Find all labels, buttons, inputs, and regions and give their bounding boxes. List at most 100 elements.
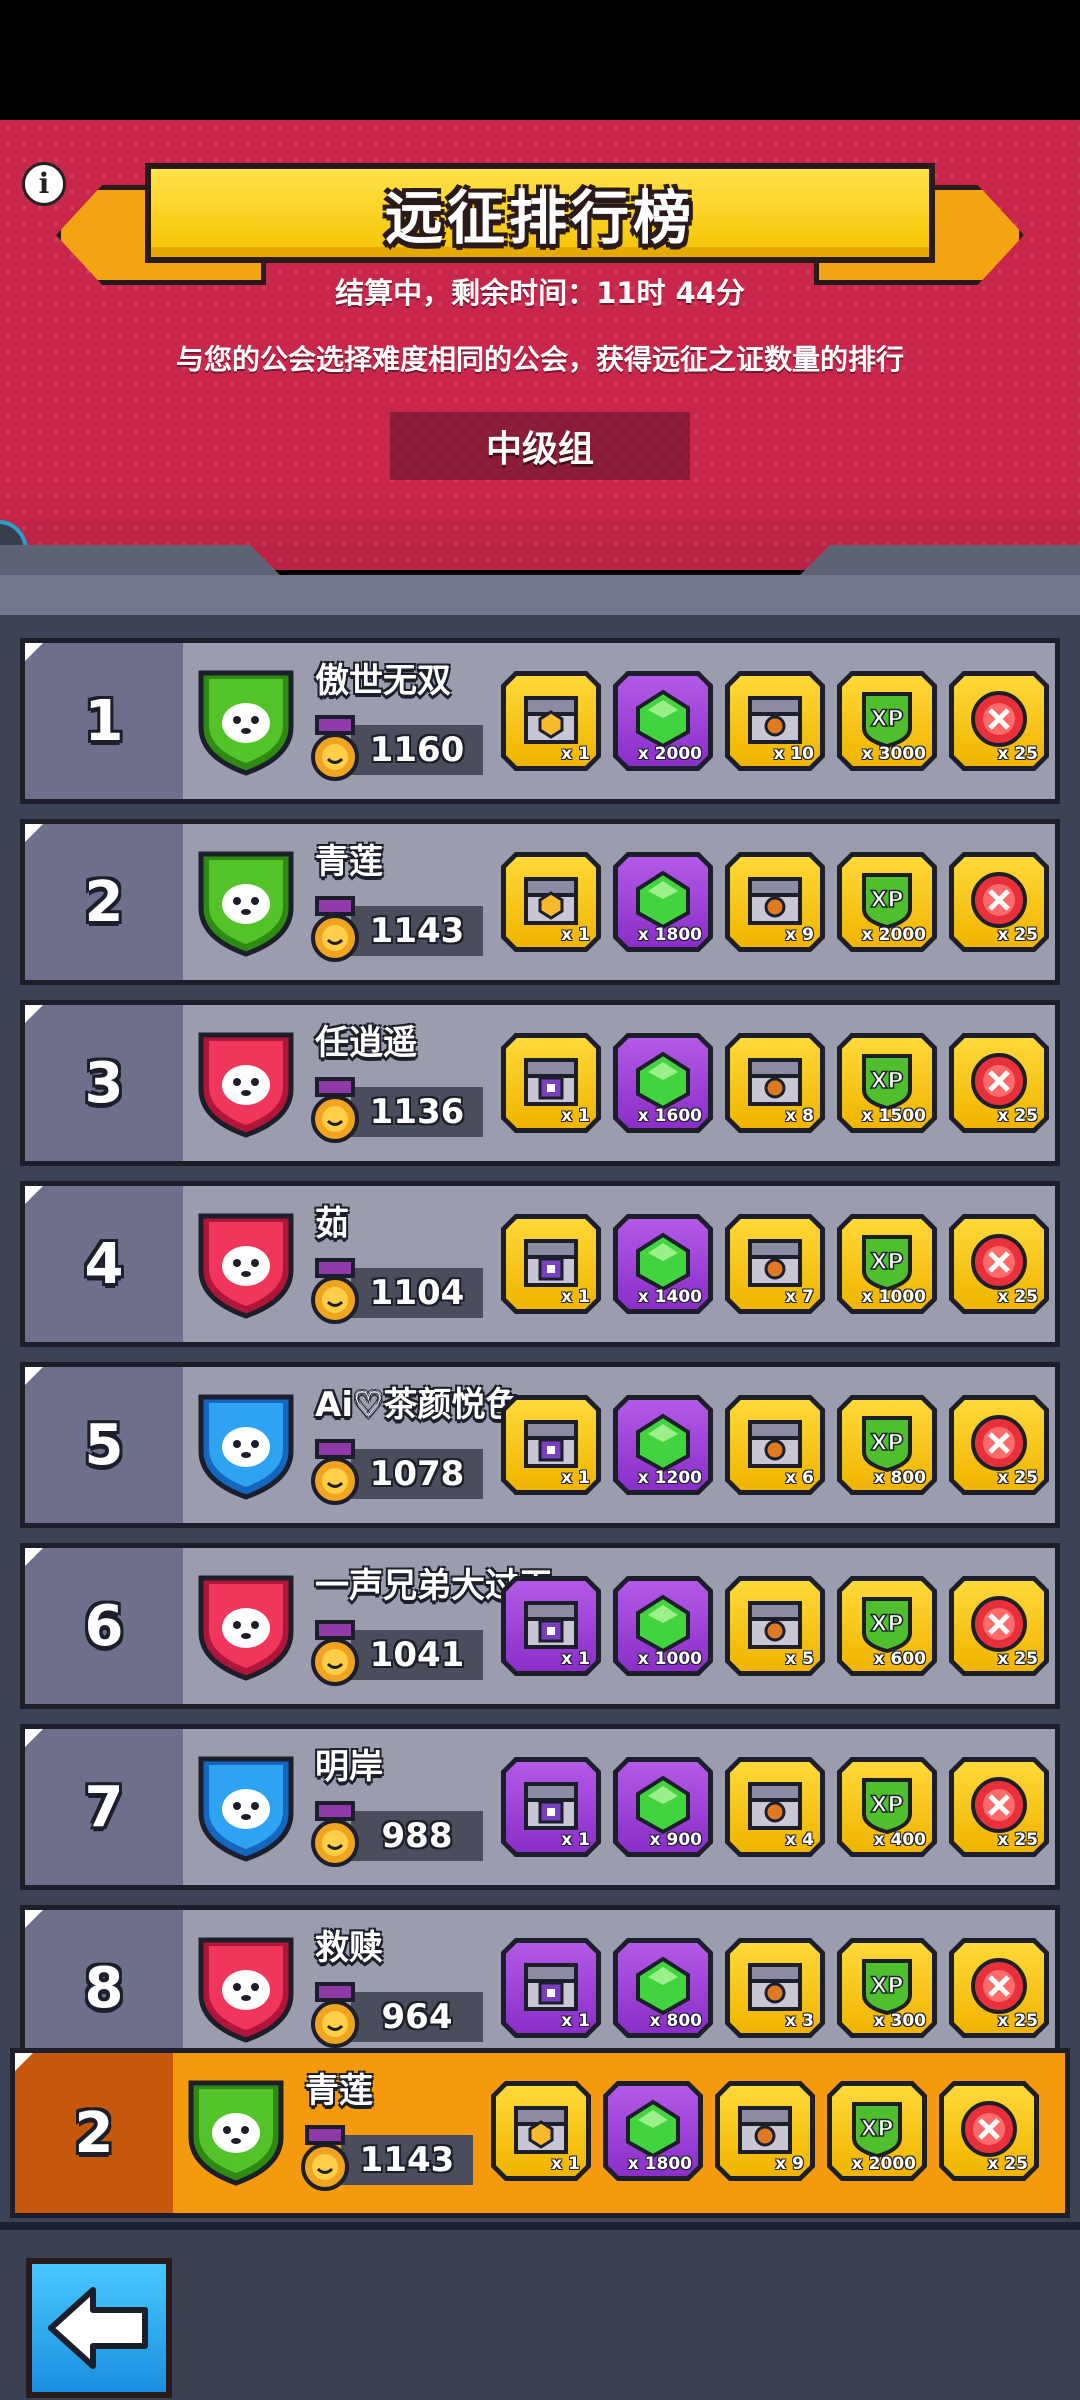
reward-frame: x 1 (506, 857, 596, 947)
reward-quantity: x 6 (785, 1468, 814, 1488)
reward-quantity: x 9 (775, 2154, 804, 2174)
reward-item[interactable]: x 1800 (603, 2081, 703, 2181)
raccoon-badge-icon[interactable] (185, 2075, 287, 2187)
rabbit-badge-icon[interactable] (195, 1208, 297, 1320)
rank-number: 7 (84, 1774, 124, 1840)
reward-item[interactable]: x 1 (491, 2081, 591, 2181)
reward-item[interactable]: x 1400 (613, 1214, 713, 1314)
reward-frame: x 800 (618, 1943, 708, 2033)
cat-badge-icon[interactable] (195, 1932, 297, 2044)
leaderboard-row[interactable]: 8 救赎 964 x 1 x 800 x 3 XP x 300 x 25 (20, 1905, 1060, 2071)
leaderboard-row[interactable]: 2 青莲 1143 x 1 x 1800 x 9 XP x 2000 x 25 (20, 819, 1060, 985)
reward-frame: x 1 (496, 2086, 586, 2176)
reward-item[interactable]: x 1 (501, 1033, 601, 1133)
reward-item[interactable]: x 1200 (613, 1395, 713, 1495)
header-divider-strip (0, 575, 1080, 615)
leaderboard-row[interactable]: 3 任逍遥 1136 x 1 x 1600 x 8 XP x 1500 x 25 (20, 1000, 1060, 1166)
reward-item[interactable]: x 5 (725, 1576, 825, 1676)
reward-list: x 1 x 1600 x 8 XP x 1500 x 25 (501, 1033, 1049, 1133)
reward-quantity: x 25 (997, 1649, 1038, 1669)
reward-item[interactable]: XP x 400 (837, 1757, 937, 1857)
medal-icon (309, 1801, 361, 1869)
reward-item[interactable]: x 800 (613, 1938, 713, 2038)
reward-frame: x 25 (954, 1762, 1044, 1852)
leaderboard-row[interactable]: 6 一声兄弟大过天 1041 x 1x 1000 x 5 XP x 600 x 25 (20, 1543, 1060, 1709)
reward-item[interactable]: XP x 1500 (837, 1033, 937, 1133)
reward-item[interactable]: x 1 (501, 1938, 601, 2038)
reward-item[interactable]: x 1 (501, 1395, 601, 1495)
reward-item[interactable]: x 1 (501, 1757, 601, 1857)
rank-number: 4 (84, 1231, 124, 1297)
leaderboard-row[interactable]: 1 傲世无双 1160 x 1 x 2000 x 10 XP x 3000 x 25 (20, 638, 1060, 804)
raccoon-badge-icon[interactable] (195, 665, 297, 777)
reward-item[interactable]: x 4 (725, 1757, 825, 1857)
description-text: 与您的公会选择难度相同的公会，获得远征之证数量的排行 (175, 343, 904, 376)
leaderboard-row[interactable]: 5 Ai♡茶颜悦色 1078 x 1 x 1200 x 6 XP x 800 x 25 (20, 1362, 1060, 1528)
raccoon-badge-icon[interactable] (195, 846, 297, 958)
title-ribbon: 远征排行榜 (145, 163, 935, 263)
reward-item[interactable]: x 25 (939, 2081, 1039, 2181)
info-icon[interactable]: i (22, 162, 66, 206)
bull-badge-icon[interactable] (195, 1570, 297, 1682)
reward-item[interactable]: x 8 (725, 1033, 825, 1133)
reward-quantity: x 25 (997, 1468, 1038, 1488)
reward-item[interactable]: x 25 (949, 1576, 1049, 1676)
reward-item[interactable]: XP x 2000 (827, 2081, 927, 2181)
reward-item[interactable]: x 1 (501, 671, 601, 771)
reward-item[interactable]: x 25 (949, 1214, 1049, 1314)
cat-badge-icon[interactable] (195, 1027, 297, 1139)
reward-item[interactable]: XP x 600 (837, 1576, 937, 1676)
reward-frame: x 10 (730, 676, 820, 766)
reward-frame: x 1600 (618, 1038, 708, 1128)
medal-icon (299, 2125, 351, 2193)
bear-badge-icon[interactable] (195, 1751, 297, 1863)
reward-item[interactable]: XP x 1000 (837, 1214, 937, 1314)
reward-frame: XP x 600 (842, 1581, 932, 1671)
leaderboard-screen: i 远征排行榜 结算中，剩余时间：11时 44分 与您的公会选择难度相同的公会，… (0, 0, 1080, 2400)
reward-frame: x 7 (730, 1219, 820, 1309)
reward-item[interactable]: x 900 (613, 1757, 713, 1857)
reward-item[interactable]: x 25 (949, 1395, 1049, 1495)
reward-item[interactable]: x 3 (725, 1938, 825, 2038)
reward-item[interactable]: x 1600 (613, 1033, 713, 1133)
svg-text:XP: XP (870, 707, 903, 732)
reward-frame: x 900 (618, 1762, 708, 1852)
reward-item[interactable]: x 1 (501, 1576, 601, 1676)
leaderboard-row[interactable]: 4 茹 1104 x 1 x 1400 x 7 XP x 1000 x 25 (20, 1181, 1060, 1347)
reward-quantity: x 1400 (637, 1287, 702, 1307)
leaderboard-row[interactable]: 7 明岸 988 x 1 x 900 x 4 XP x 400 x 25 (20, 1724, 1060, 1890)
reward-item[interactable]: x 25 (949, 1757, 1049, 1857)
reward-item[interactable]: x 1000 (613, 1576, 713, 1676)
reward-frame: x 1 (506, 1762, 596, 1852)
reward-item[interactable]: x 9 (715, 2081, 815, 2181)
reward-item[interactable]: XP x 300 (837, 1938, 937, 2038)
reward-quantity: x 25 (997, 1830, 1038, 1850)
reward-item[interactable]: x 6 (725, 1395, 825, 1495)
reward-item[interactable]: x 9 (725, 852, 825, 952)
reward-item[interactable]: x 7 (725, 1214, 825, 1314)
eagle-badge-icon[interactable] (195, 1389, 297, 1501)
reward-item[interactable]: x 25 (949, 1033, 1049, 1133)
reward-item[interactable]: x 1800 (613, 852, 713, 952)
reward-quantity: x 1200 (637, 1468, 702, 1488)
reward-list: x 1 x 1800 x 9 XP x 2000 x 25 (491, 2081, 1039, 2181)
svg-text:XP: XP (870, 1431, 903, 1456)
rank-number: 6 (84, 1593, 124, 1659)
reward-item[interactable]: x 25 (949, 852, 1049, 952)
reward-item[interactable]: XP x 3000 (837, 671, 937, 771)
guild-name: 明岸 (315, 1747, 383, 1787)
row-content: 2 青莲 1143 x 1 x 1800 x 9 XP x 2000 x 25 (15, 2053, 1065, 2213)
reward-item[interactable]: XP x 800 (837, 1395, 937, 1495)
back-button[interactable] (26, 2258, 172, 2398)
reward-item[interactable]: x 25 (949, 1938, 1049, 2038)
reward-item[interactable]: x 2000 (613, 671, 713, 771)
ranking-list[interactable]: 1 傲世无双 1160 x 1x 2000 x 10 XP x 3000 x 25 2 青莲… (0, 615, 1080, 2255)
guild-score: 1078 (351, 1449, 483, 1499)
reward-quantity: x 1 (561, 925, 590, 945)
reward-item[interactable]: x 1 (501, 852, 601, 952)
reward-frame: x 25 (954, 1038, 1044, 1128)
reward-item[interactable]: x 25 (949, 671, 1049, 771)
reward-item[interactable]: x 10 (725, 671, 825, 771)
reward-item[interactable]: XP x 2000 (837, 852, 937, 952)
reward-item[interactable]: x 1 (501, 1214, 601, 1314)
